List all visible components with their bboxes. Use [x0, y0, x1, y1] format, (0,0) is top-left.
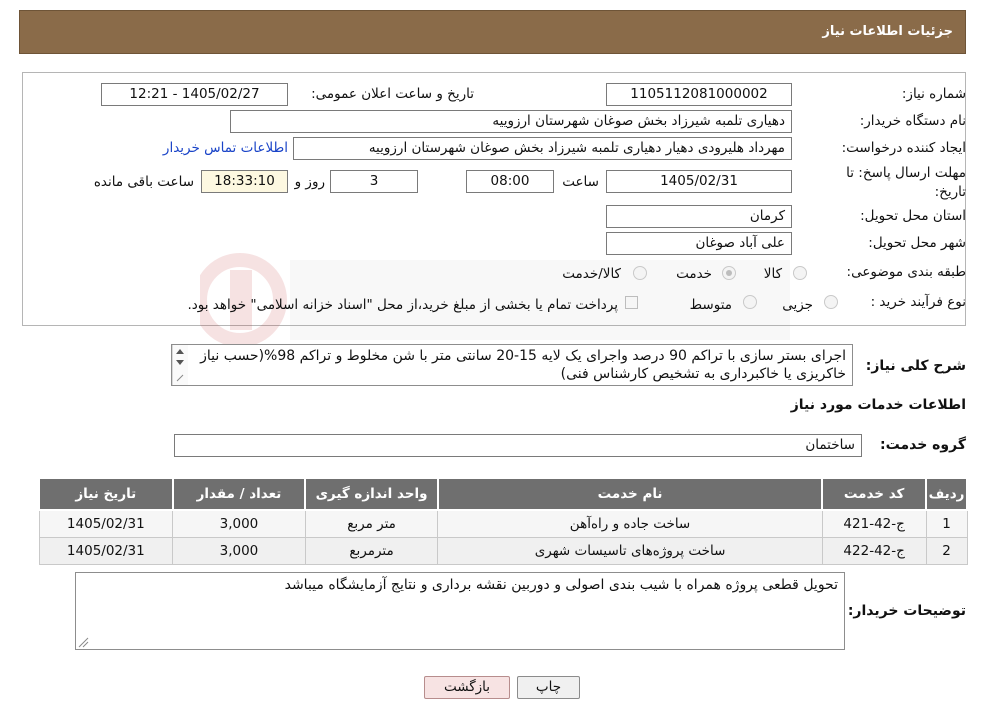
purchase-type-label: نوع فرآیند خرید :: [870, 294, 966, 310]
purchase-option-minor-label: جزیی: [782, 297, 813, 313]
announce-field: 1405/02/27 - 12:21: [101, 83, 288, 106]
description-scrollbar[interactable]: [172, 345, 188, 385]
days-label: روز و: [294, 174, 325, 190]
creator-field: مهرداد هلیرودی دهیار دهیاری تلمبه شیرزاد…: [293, 137, 792, 160]
category-label: طبقه بندی موضوعی:: [846, 264, 966, 280]
deadline-date-field: 1405/02/31: [606, 170, 792, 193]
remaining-time-field: 18:33:10: [201, 170, 288, 193]
purchase-option-medium-radio[interactable]: [743, 295, 757, 309]
services-section-title: اطلاعات خدمات مورد نیاز: [790, 397, 966, 413]
category-option-service-radio[interactable]: [722, 266, 736, 280]
service-date: 1405/02/31: [38, 509, 174, 538]
announce-label: تاریخ و ساعت اعلان عمومی:: [311, 86, 474, 102]
province-label: استان محل تحویل:: [860, 208, 966, 224]
purchase-option-minor-radio[interactable]: [824, 295, 838, 309]
category-option-goods-label: کالا: [763, 266, 782, 282]
service-name: ساخت پروژه‌های تاسیسات شهری: [437, 536, 823, 565]
service-unit: متر مربع: [304, 509, 439, 538]
column-header: ردیف: [925, 477, 968, 511]
description-textarea[interactable]: اجرای بستر سازی با تراکم 90 درصد واجرای …: [171, 344, 853, 386]
buyer-org-field: دهیاری تلمبه شیرزاد بخش صوغان شهرستان ار…: [230, 110, 792, 133]
province-field: کرمان: [606, 205, 792, 228]
service-unit: مترمربع: [304, 536, 439, 565]
service-code: ج-42-421: [821, 509, 927, 538]
need-number-label: شماره نیاز:: [901, 86, 966, 102]
service-group-label: گروه خدمت:: [880, 437, 966, 453]
table-row: 2 ج-42-422 ساخت پروژه‌های تاسیسات شهری م…: [38, 536, 968, 565]
deadline-time-label: ساعت: [562, 174, 599, 190]
city-field: علی آباد صوغان: [606, 232, 792, 255]
buyer-contact-link[interactable]: اطلاعات تماس خریدار: [163, 140, 288, 156]
column-header: واحد اندازه گیری: [304, 477, 439, 511]
service-date: 1405/02/31: [38, 536, 174, 565]
table-row: 1 ج-42-421 ساخت جاده و راه‌آهن متر مربع …: [38, 509, 968, 538]
deadline-label-2: تاریخ:: [934, 184, 966, 200]
column-header: تعداد / مقدار: [171, 477, 307, 511]
treasury-payment-note: پرداخت تمام یا بخشی از مبلغ خرید،از محل …: [187, 297, 618, 313]
service-qty: 3,000: [172, 509, 306, 538]
page-header: جزئیات اطلاعات نیاز: [19, 10, 966, 54]
column-header: تاریخ نیاز: [38, 477, 174, 511]
service-code: ج-42-422: [821, 536, 927, 565]
remaining-label: ساعت باقی مانده: [93, 174, 194, 190]
column-header: کد خدمت: [821, 477, 928, 511]
creator-label: ایجاد کننده درخواست:: [841, 140, 966, 156]
print-button[interactable]: چاپ: [517, 676, 580, 699]
service-group-field: ساختمان: [174, 434, 862, 457]
scroll-arrows-icon: [176, 349, 184, 382]
table-header-row: ردیف کد خدمت نام خدمت واحد اندازه گیری ت…: [38, 477, 968, 511]
description-label: شرح کلی نیاز:: [865, 358, 966, 374]
service-qty: 3,000: [172, 536, 306, 565]
deadline-time-field: 08:00: [466, 170, 554, 193]
buyer-notes-textarea[interactable]: تحویل قطعی پروژه همراه با شیب بندی اصولی…: [75, 572, 845, 650]
row-index: 2: [925, 536, 968, 565]
category-option-both-label: کالا/خدمت: [562, 266, 621, 282]
category-option-goods-radio[interactable]: [793, 266, 807, 280]
column-header: نام خدمت: [436, 477, 824, 511]
back-button[interactable]: بازگشت: [424, 676, 510, 699]
days-field: 3: [330, 170, 418, 193]
resize-handle-icon[interactable]: [77, 636, 89, 648]
buyer-org-label: نام دستگاه خریدار:: [859, 113, 966, 129]
category-option-both-radio[interactable]: [633, 266, 647, 280]
page-title: جزئیات اطلاعات نیاز: [822, 24, 953, 39]
services-table: ردیف کد خدمت نام خدمت واحد اندازه گیری ت…: [38, 477, 968, 565]
deadline-label: مهلت ارسال پاسخ: تا: [846, 165, 966, 181]
purchase-option-medium-label: متوسط: [689, 297, 732, 313]
row-index: 1: [925, 509, 968, 538]
service-name: ساخت جاده و راه‌آهن: [437, 509, 823, 538]
treasury-payment-checkbox[interactable]: [625, 296, 638, 309]
category-option-service-label: خدمت: [676, 266, 712, 282]
need-number-field: 1105112081000002: [606, 83, 792, 106]
buyer-notes-label: توضیحات خریدار:: [847, 603, 966, 619]
city-label: شهر محل تحویل:: [868, 235, 966, 251]
